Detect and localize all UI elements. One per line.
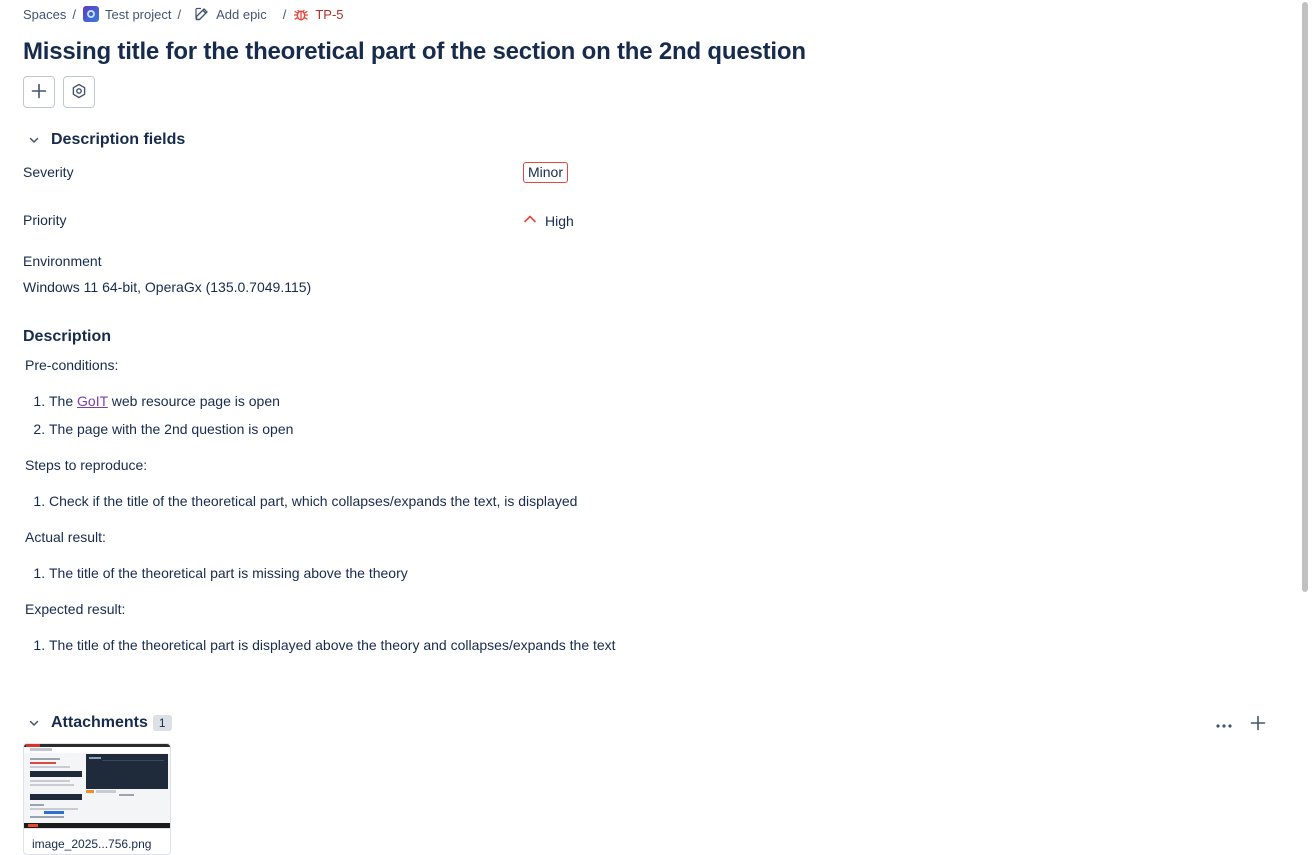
steps-label: Steps to reproduce: — [25, 457, 148, 473]
actual-result-text: The title of the theoretical part is mis… — [49, 565, 408, 581]
description-title: Description — [23, 328, 112, 345]
list-item: Check if the title of the theoretical pa… — [49, 493, 577, 521]
list-item: The GoIT web resource page is open — [49, 393, 293, 421]
severity-badge: Minor — [523, 162, 569, 183]
attachments-count-badge: 1 — [152, 715, 172, 731]
severity-field[interactable]: Minor — [523, 162, 569, 183]
more-icon — [1215, 716, 1233, 732]
expected-result-list: The title of the theoretical part is dis… — [33, 637, 616, 665]
chevron-down-icon[interactable] — [23, 713, 47, 733]
list-item: The title of the theoretical part is dis… — [49, 637, 616, 665]
pencil-icon — [194, 6, 210, 22]
add-attachment-button[interactable] — [1247, 713, 1269, 735]
environment-value[interactable]: Windows 11 64-bit, OperaGx (135.0.7049.1… — [23, 279, 311, 295]
hexagon-icon — [71, 83, 87, 102]
steps-list: Check if the title of the theoretical pa… — [33, 493, 577, 521]
goit-link[interactable]: GoIT — [77, 393, 108, 409]
attachment-card[interactable]: image_2025...756.png — [23, 743, 171, 855]
add-button[interactable] — [23, 76, 55, 108]
attachments-title: Attachments — [51, 714, 148, 731]
actual-result-label: Actual result: — [25, 529, 106, 545]
chevron-down-icon[interactable] — [23, 130, 47, 150]
priority-label: Priority — [23, 212, 67, 228]
attachment-thumbnail — [24, 744, 170, 829]
breadcrumb-separator: / — [177, 6, 182, 22]
more-options-button[interactable] — [1213, 713, 1235, 735]
page-scrollbar[interactable] — [1296, 0, 1316, 855]
preconditions-label: Pre-conditions: — [25, 357, 119, 373]
issue-title[interactable]: Missing title for the theoretical part o… — [23, 38, 806, 66]
description-fields-header[interactable]: Description fields — [23, 130, 185, 150]
attachments-actions — [1213, 713, 1269, 735]
environment-label: Environment — [23, 253, 102, 269]
attachment-filename: image_2025...756.png — [32, 837, 152, 851]
apps-button[interactable] — [63, 76, 95, 108]
breadcrumb-separator: / — [282, 6, 287, 22]
bug-icon — [293, 6, 309, 22]
breadcrumb-project[interactable]: Test project — [83, 6, 171, 22]
breadcrumb-spaces[interactable]: Spaces — [23, 7, 66, 22]
attachments-header[interactable]: Attachments 1 — [23, 713, 172, 733]
project-icon — [83, 6, 99, 22]
breadcrumb-issue[interactable]: TP-5 — [293, 6, 344, 22]
expected-result-label: Expected result: — [25, 601, 126, 617]
plus-icon — [1250, 715, 1266, 734]
plus-icon — [31, 83, 47, 102]
breadcrumb: Spaces / Test project / Add epic / TP-5 — [23, 5, 344, 23]
breadcrumb-epic-label: Add epic — [216, 6, 267, 22]
breadcrumb-spaces-label: Spaces — [23, 6, 67, 22]
list-item: The title of the theoretical part is mis… — [49, 565, 408, 593]
priority-high-icon — [523, 212, 537, 229]
preconditions-list: The GoIT web resource page is open The p… — [33, 393, 293, 449]
scrollbar-thumb[interactable] — [1302, 2, 1308, 592]
precondition-text: web resource page is open — [107, 393, 280, 409]
step-text: Check if the title of the theoretical pa… — [49, 493, 578, 509]
breadcrumb-issue-key: TP-5 — [315, 6, 344, 22]
description-fields-title: Description fields — [51, 131, 186, 148]
actual-result-list: The title of the theoretical part is mis… — [33, 565, 408, 593]
breadcrumb-project-label: Test project — [105, 6, 172, 22]
issue-toolbar — [23, 76, 95, 108]
priority-value: High — [545, 212, 574, 229]
list-item: The page with the 2nd question is open — [49, 421, 293, 449]
expected-result-text: The title of the theoretical part is dis… — [49, 637, 616, 653]
severity-label: Severity — [23, 164, 74, 180]
breadcrumb-add-epic[interactable]: Add epic — [194, 6, 267, 22]
priority-field[interactable]: High — [523, 212, 574, 229]
precondition-text: The — [49, 393, 78, 409]
breadcrumb-separator: / — [72, 6, 76, 22]
precondition-text: The page with the 2nd question is open — [49, 421, 294, 437]
